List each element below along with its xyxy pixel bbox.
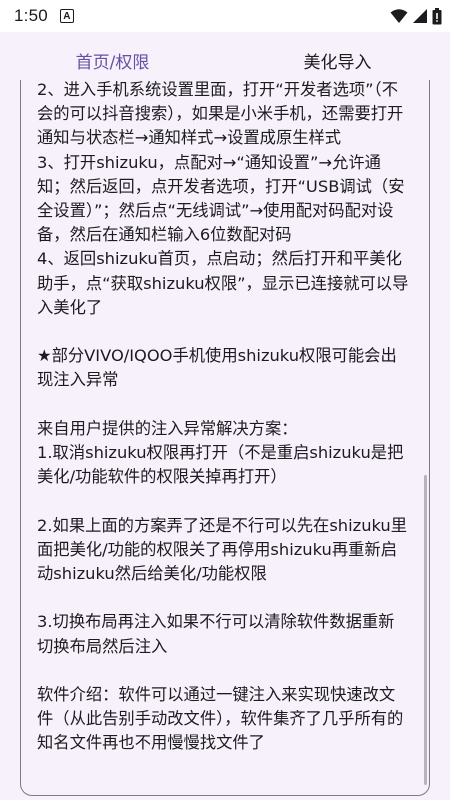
- status-icons: [390, 0, 442, 32]
- paragraph-steps: 2、进入手机系统设置里面，打开“开发者选项”（不会的可以抖音搜索），如果是小米手…: [37, 80, 409, 317]
- tab-label: 美化导入: [303, 52, 372, 73]
- signal-icon: [413, 9, 427, 23]
- paragraph-solution-1: 来自用户提供的注入异常解决方案： 1.取消shizuku权限再打开（不是重启sh…: [37, 418, 404, 487]
- paragraph-intro: 软件介绍：软件可以通过一键注入来实现快速改文件（从此告别手动改文件），软件集齐了…: [37, 685, 404, 753]
- paragraph-warning: ★部分VIVO/IQOO手机使用shizuku权限可能会出现注入异常: [37, 346, 397, 390]
- notification-app-icon: A: [59, 9, 74, 23]
- battery-icon: [432, 7, 442, 24]
- instructions-text: 2、进入手机系统设置里面，打开“开发者选项”（不会的可以抖音搜索），如果是小米手…: [37, 80, 409, 756]
- status-time: 1:50: [14, 6, 48, 25]
- scrollbar[interactable]: [424, 475, 427, 785]
- paragraph-solution-2: 2.如果上面的方案弄了还是不行可以先在shizuku里面把美化/功能的权限关了再…: [37, 515, 408, 584]
- tab-label: 首页/权限: [75, 52, 150, 73]
- instructions-card[interactable]: 2、进入手机系统设置里面，打开“开发者选项”（不会的可以抖音搜索），如果是小米手…: [20, 80, 430, 796]
- paragraph-solution-3: 3.切换布局再注入如果不行可以清除软件数据重新切换布局然后注入: [37, 612, 395, 656]
- status-bar: 1:50 A: [0, 0, 450, 32]
- wifi-icon: [390, 9, 408, 23]
